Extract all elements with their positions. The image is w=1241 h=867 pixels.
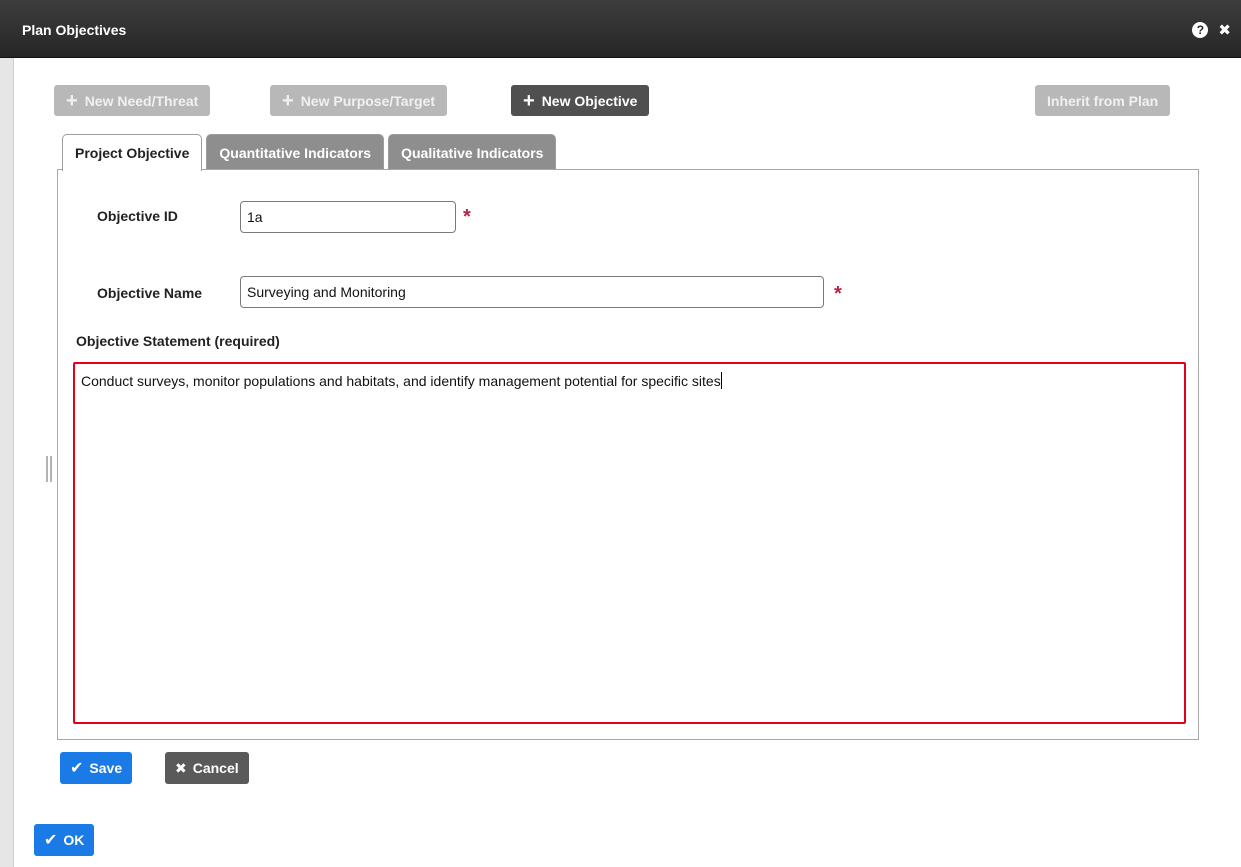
help-icon[interactable]: ?: [1192, 22, 1209, 38]
plus-icon: +: [523, 89, 535, 112]
new-objective-button[interactable]: + New Objective: [511, 85, 650, 116]
save-button[interactable]: ✔ Save: [60, 752, 133, 784]
required-marker: *: [834, 283, 842, 305]
close-icon[interactable]: ✖: [1218, 21, 1231, 39]
new-need-threat-label: New Need/Threat: [84, 92, 199, 109]
required-marker: *: [463, 206, 471, 228]
new-purpose-target-label: New Purpose/Target: [300, 92, 436, 109]
dialog-titlebar[interactable]: Plan Objectives ? ✖: [0, 0, 1241, 58]
tab-quantitative-indicators[interactable]: Quantitative Indicators: [206, 134, 385, 170]
left-gutter: [0, 58, 14, 867]
resize-handle[interactable]: [46, 456, 52, 482]
inherit-from-plan-button[interactable]: Inherit from Plan: [1035, 85, 1171, 116]
tab-bar: Project Objective Quantitative Indicator…: [62, 134, 557, 171]
objective-id-label: Objective ID: [97, 208, 178, 224]
new-objective-label: New Objective: [541, 92, 638, 109]
objective-statement-textarea[interactable]: Conduct surveys, monitor populations and…: [73, 362, 1186, 724]
objective-name-label: Objective Name: [97, 285, 203, 301]
cancel-label: Cancel: [192, 760, 239, 776]
objective-statement-label: Objective Statement (required): [76, 333, 280, 349]
plus-icon: +: [282, 89, 294, 112]
objective-statement-text: Conduct surveys, monitor populations and…: [81, 373, 721, 389]
inherit-from-plan-label: Inherit from Plan: [1047, 92, 1159, 109]
dialog-window: Plan Objectives ? ✖ + New Need/Threat + …: [0, 0, 1241, 867]
dialog-title: Plan Objectives: [22, 22, 127, 38]
tab-project-objective[interactable]: Project Objective: [62, 134, 203, 171]
new-purpose-target-button[interactable]: + New Purpose/Target: [270, 85, 448, 116]
check-icon: ✔: [44, 832, 58, 849]
save-label: Save: [89, 760, 123, 776]
tab-qualitative-indicators[interactable]: Qualitative Indicators: [388, 134, 557, 170]
cancel-button[interactable]: ✖ Cancel: [165, 752, 249, 784]
x-icon: ✖: [175, 759, 187, 776]
titlebar-controls: ? ✖: [1192, 21, 1231, 39]
objective-id-field[interactable]: 1a: [240, 201, 456, 233]
text-caret: [720, 372, 722, 389]
plus-icon: +: [66, 89, 78, 112]
new-need-threat-button[interactable]: + New Need/Threat: [54, 85, 211, 116]
ok-label: OK: [63, 832, 85, 848]
objective-name-field[interactable]: Surveying and Monitoring: [240, 276, 824, 308]
check-icon: ✔: [70, 760, 84, 777]
ok-button[interactable]: ✔ OK: [34, 824, 95, 856]
